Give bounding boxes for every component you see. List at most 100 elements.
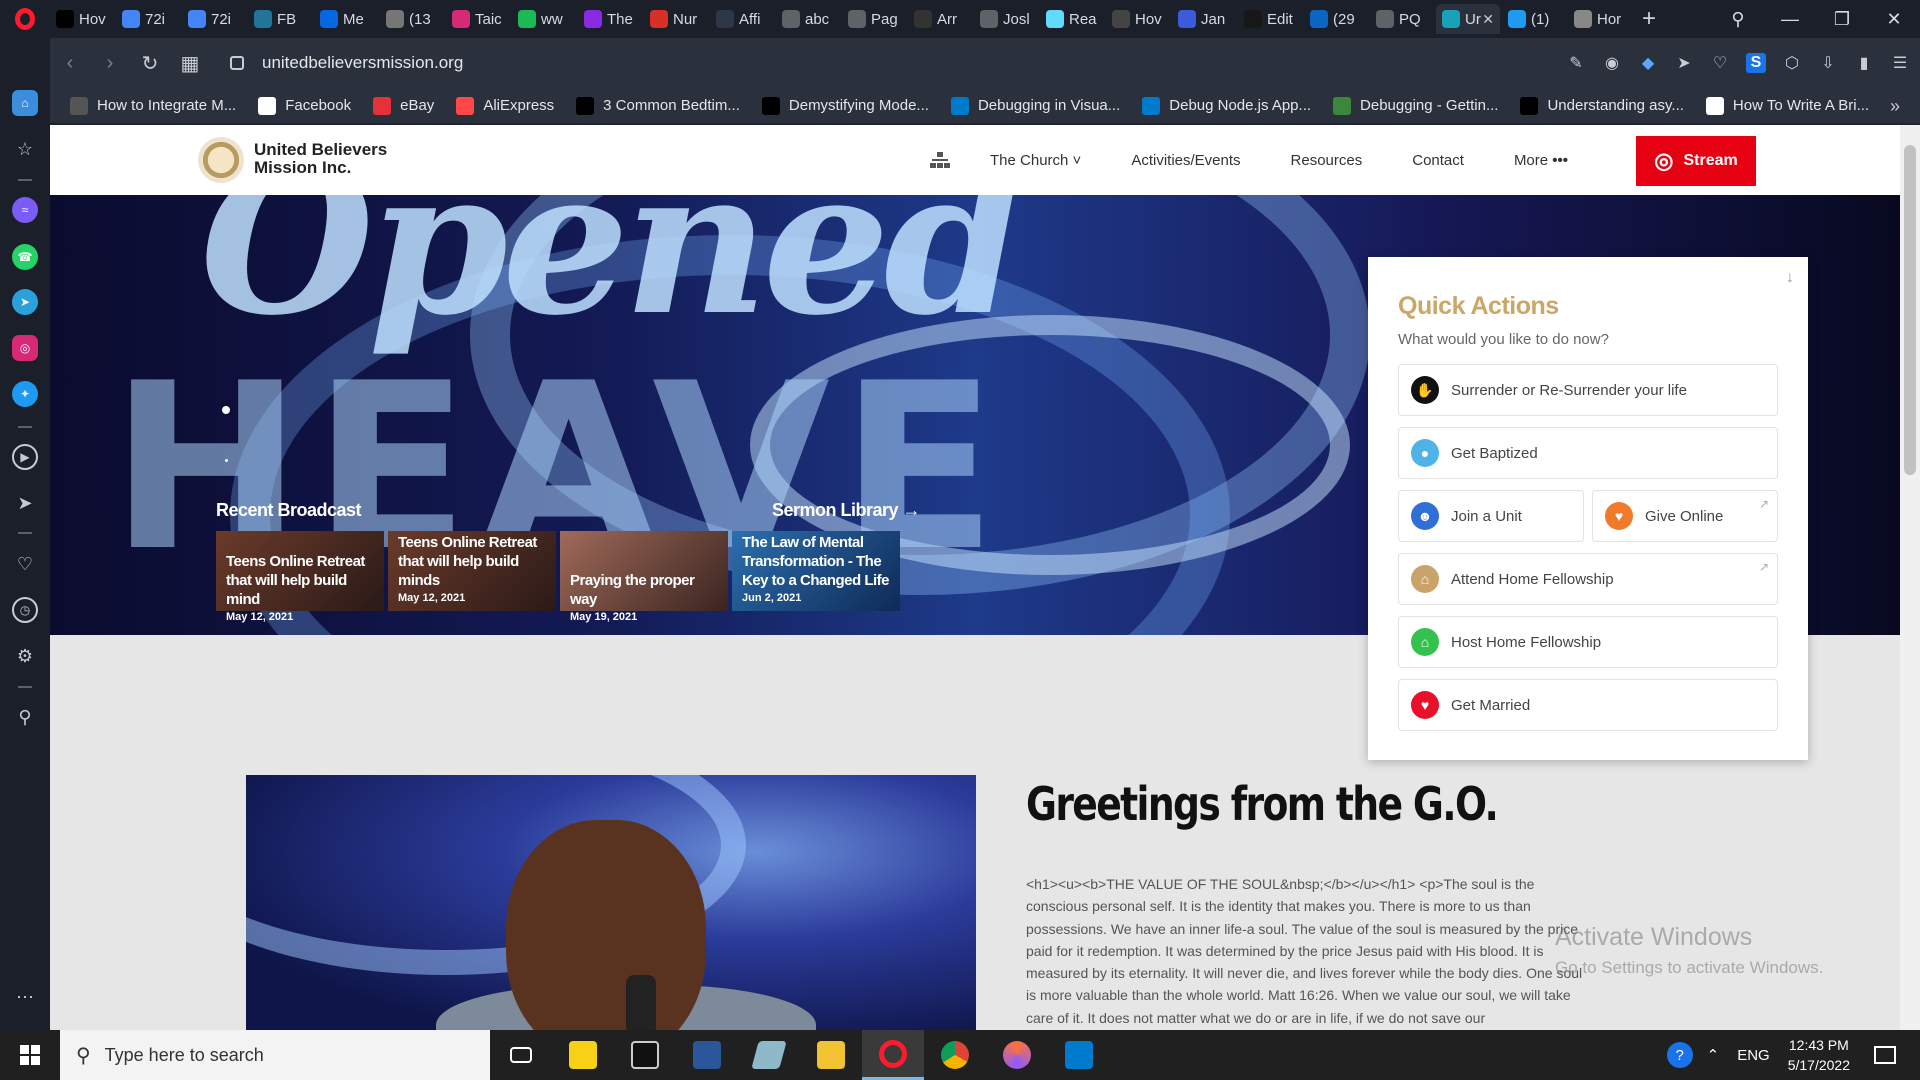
nav-activities[interactable]: Activities/Events	[1131, 152, 1240, 169]
firefox-icon[interactable]	[986, 1030, 1048, 1080]
broadcast-card[interactable]: Teens Online Retreat that will help buil…	[388, 531, 556, 611]
bookmark-item[interactable]: Debugging in Visua...	[950, 96, 1120, 115]
bookmark-item[interactable]: Debug Node.js App...	[1142, 96, 1311, 115]
send-icon[interactable]: ➤	[1674, 53, 1694, 73]
twitter-icon[interactable]: ✦	[12, 381, 38, 407]
bookmark-item[interactable]: Understanding asy...	[1520, 96, 1684, 115]
whatsapp-icon[interactable]: ☎	[12, 244, 38, 270]
opera-logo-icon[interactable]	[0, 0, 50, 38]
broadcast-card[interactable]: Praying the proper way May 19, 2021	[560, 531, 728, 623]
slider-dot[interactable]	[222, 406, 230, 414]
history-icon[interactable]: ◷	[12, 597, 38, 623]
instagram-icon[interactable]: ◎	[12, 335, 38, 361]
surrender-button[interactable]: ✋ Surrender or Re-Surrender your life	[1398, 364, 1778, 416]
player-icon[interactable]: ▶	[12, 444, 38, 470]
lightbulb-icon[interactable]: ⚲	[12, 704, 38, 730]
attend-home-fellowship-button[interactable]: ⌂ Attend Home Fellowship ↗	[1398, 553, 1778, 605]
bookmark-item[interactable]: Demystifying Mode...	[761, 96, 929, 115]
broadcast-card[interactable]: Teens Online Retreat that will help buil…	[216, 531, 384, 623]
bookmark-item[interactable]: 3 Common Bedtim...	[576, 96, 740, 115]
new-tab-button[interactable]: +	[1642, 5, 1656, 33]
battery-icon[interactable]: ▮	[1854, 53, 1874, 73]
terminal-icon[interactable]	[614, 1030, 676, 1080]
stream-button[interactable]: ◎ Stream	[1636, 136, 1756, 186]
download-icon[interactable]: ⇩	[1818, 53, 1838, 73]
maximize-button[interactable]: ❐	[1816, 9, 1868, 30]
extension-s-icon[interactable]: S	[1746, 53, 1766, 73]
task-view-icon[interactable]	[490, 1030, 552, 1080]
heart-icon[interactable]: ♡	[12, 551, 38, 577]
slider-dot[interactable]	[225, 459, 228, 462]
star-icon[interactable]: ☆	[12, 136, 38, 162]
browser-tab[interactable]: ww	[512, 4, 576, 34]
file-explorer-icon[interactable]	[800, 1030, 862, 1080]
browser-tab[interactable]: abc	[776, 4, 840, 34]
browser-tab[interactable]: Hor	[1568, 4, 1632, 34]
browser-tab[interactable]: FB	[248, 4, 312, 34]
browser-tab[interactable]: Taic	[446, 4, 510, 34]
browser-tab[interactable]: 72i	[182, 4, 246, 34]
camera-icon[interactable]: ◉	[1602, 53, 1622, 73]
sitemap-icon[interactable]	[930, 152, 950, 168]
notes-icon[interactable]	[738, 1030, 800, 1080]
help-icon[interactable]: ?	[1666, 1042, 1693, 1068]
bookmark-item[interactable]: Debugging - Gettin...	[1333, 96, 1498, 115]
join-unit-button[interactable]: ☻ Join a Unit	[1398, 490, 1584, 542]
back-button[interactable]: ‹	[50, 52, 90, 75]
browser-tab[interactable]: PQ	[1370, 4, 1434, 34]
browser-tab[interactable]: 72i	[116, 4, 180, 34]
chrome-icon[interactable]	[924, 1030, 986, 1080]
shield-icon[interactable]: ◆	[1638, 53, 1658, 73]
notifications-icon[interactable]	[1874, 1046, 1896, 1064]
cube-icon[interactable]: ⬡	[1782, 53, 1802, 73]
browser-tab[interactable]: (13	[380, 4, 444, 34]
browser-tab[interactable]: Jan	[1172, 4, 1236, 34]
search-tabs-icon[interactable]: ⚲	[1712, 9, 1764, 30]
taskbar-search[interactable]: ⚲ Type here to search	[60, 1030, 490, 1080]
minimize-button[interactable]: —	[1764, 9, 1816, 30]
nav-more[interactable]: More •••	[1514, 152, 1568, 169]
bookmark-item[interactable]: How To Write A Bri...	[1705, 96, 1869, 115]
clock[interactable]: 12:43 PM 5/17/2022	[1788, 1035, 1850, 1075]
vscode-icon[interactable]	[1048, 1030, 1110, 1080]
browser-tab[interactable]: Affi	[710, 4, 774, 34]
tab-overview-button[interactable]: ▦	[170, 51, 210, 76]
give-online-button[interactable]: ♥ Give Online ↗	[1592, 490, 1778, 542]
arrow-down-icon[interactable]: ↓	[1786, 269, 1794, 287]
bookmark-item[interactable]: How to Integrate M...	[70, 96, 236, 115]
browser-tab[interactable]: Pag	[842, 4, 906, 34]
opera-browser-icon[interactable]	[862, 1030, 924, 1080]
messenger-icon[interactable]: ≈	[12, 197, 38, 223]
close-tab-icon[interactable]: ✕	[1482, 11, 1494, 28]
telegram-icon[interactable]: ➤	[12, 289, 38, 315]
sticky-notes-icon[interactable]	[552, 1030, 614, 1080]
settings-icon[interactable]: ⚙	[12, 643, 38, 669]
sermon-library-link[interactable]: Sermon Library →	[772, 500, 921, 521]
word-icon[interactable]	[676, 1030, 738, 1080]
browser-tab[interactable]: Hov	[50, 4, 114, 34]
page-scrollbar[interactable]	[1900, 125, 1920, 1030]
browser-tab[interactable]: Me	[314, 4, 378, 34]
close-window-button[interactable]: ✕	[1868, 9, 1920, 30]
home-icon[interactable]: ⌂	[12, 90, 38, 116]
browser-tab[interactable]: (29	[1304, 4, 1368, 34]
forward-button[interactable]: ›	[90, 52, 130, 75]
language-indicator[interactable]: ENG	[1737, 1047, 1770, 1064]
windows-start-icon[interactable]	[0, 1030, 60, 1080]
bookmark-item[interactable]: eBay	[373, 96, 434, 115]
reload-button[interactable]: ↻	[130, 51, 170, 76]
browser-tab[interactable]: Rea	[1040, 4, 1104, 34]
browser-tab[interactable]: Arr	[908, 4, 972, 34]
get-baptized-button[interactable]: ● Get Baptized	[1398, 427, 1778, 479]
more-options-icon[interactable]: ⋯	[12, 984, 38, 1010]
chevron-right-icon[interactable]: »	[1890, 96, 1900, 117]
host-home-fellowship-button[interactable]: ⌂ Host Home Fellowship	[1398, 616, 1778, 668]
bookmark-item[interactable]: AliExpress	[456, 96, 554, 115]
browser-tab[interactable]: Hov	[1106, 4, 1170, 34]
church-logo[interactable]	[198, 137, 244, 183]
bookmark-item[interactable]: Facebook	[258, 96, 351, 115]
browser-tab[interactable]: Edit	[1238, 4, 1302, 34]
browser-tab[interactable]: The	[578, 4, 642, 34]
browser-tab[interactable]: Ur ✕	[1436, 4, 1500, 34]
nav-resources[interactable]: Resources	[1291, 152, 1363, 169]
